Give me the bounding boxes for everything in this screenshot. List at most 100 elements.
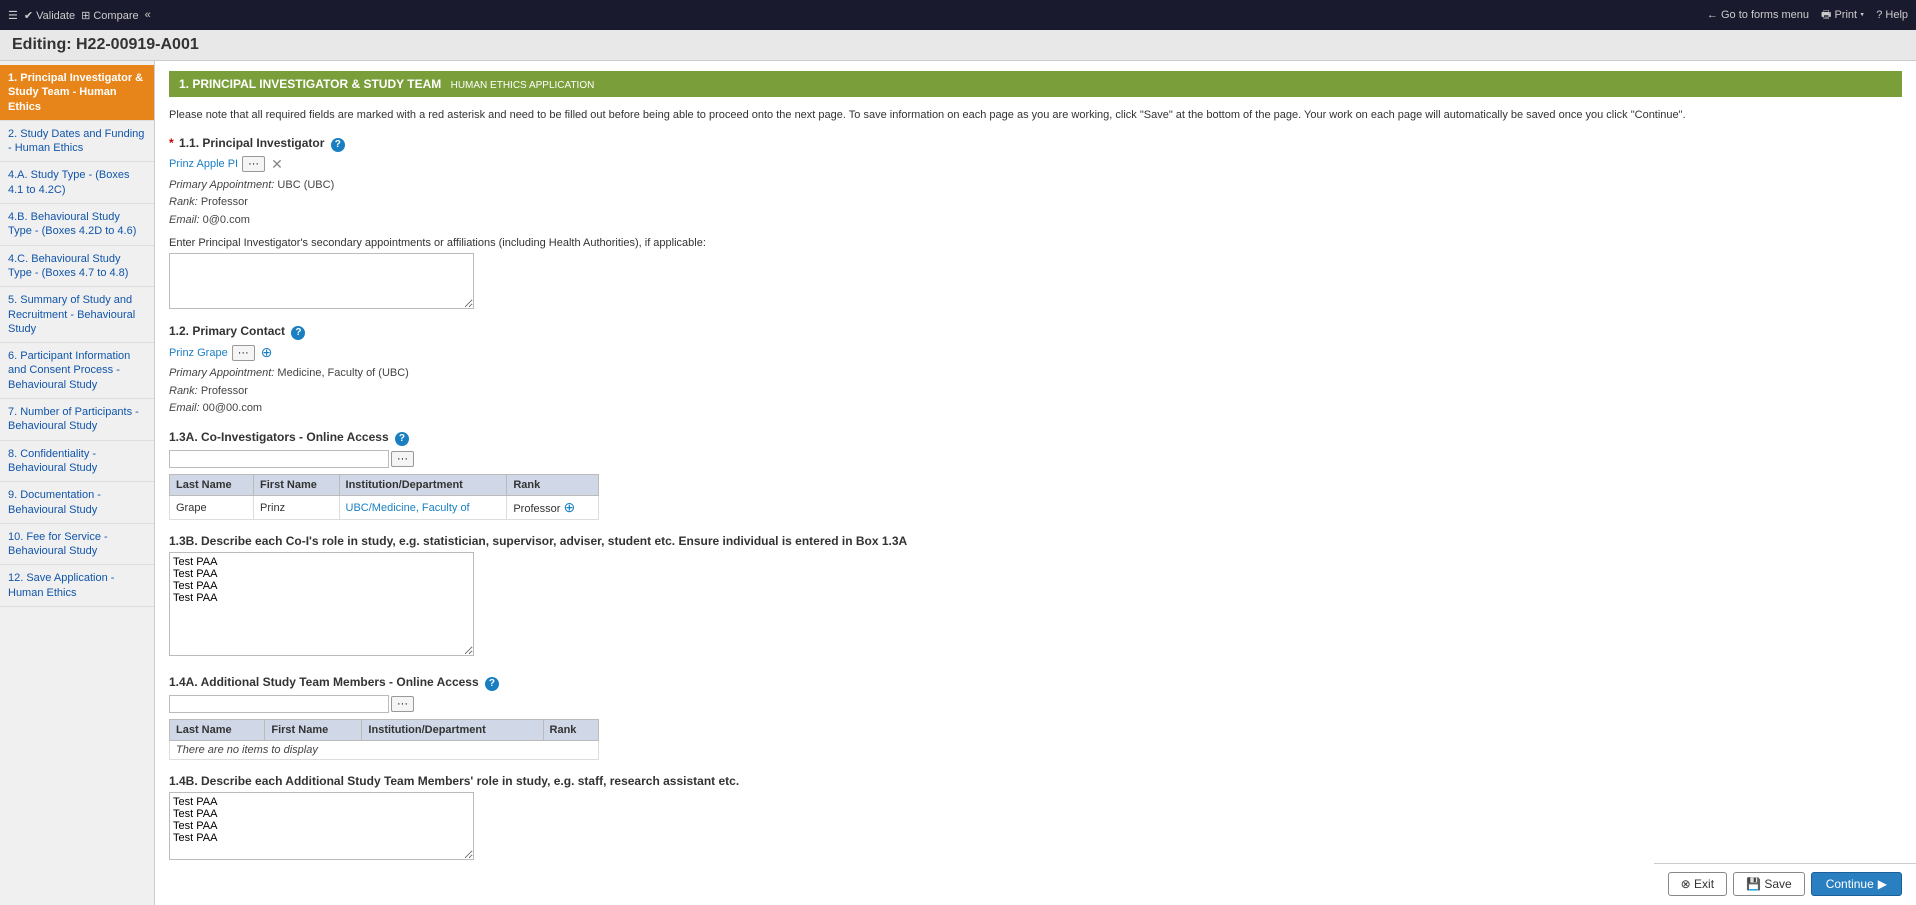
astm-col-firstname: First Name <box>265 720 362 741</box>
astm-label: 1.4A. Additional Study Team Members - On… <box>169 675 1902 691</box>
pc-label: 1.2. Primary Contact ? <box>169 324 1902 340</box>
coi-row1-lastname: Grape <box>170 496 254 520</box>
coi-label-text: 1.3A. Co-Investigators - Online Access <box>169 430 389 444</box>
sidebar-item-s5[interactable]: 5. Summary of Study and Recruitment - Be… <box>0 287 154 343</box>
sidebar-item-s1[interactable]: 1. Principal Investigator & Study Team -… <box>0 65 154 121</box>
astm-help-icon[interactable]: ? <box>485 677 499 691</box>
continue-arrow-icon: ▶ <box>1878 877 1887 891</box>
astm-col-lastname: Last Name <box>170 720 265 741</box>
astm-col-institution: Institution/Department <box>362 720 543 741</box>
menu-icon-button[interactable]: ☰ <box>8 9 18 22</box>
coi-col-institution: Institution/Department <box>339 475 507 496</box>
coi-row1-firstname: Prinz <box>254 496 340 520</box>
coi-label: 1.3A. Co-Investigators - Online Access ? <box>169 430 1902 446</box>
coi-col-firstname: First Name <box>254 475 340 496</box>
astm-table: Last Name First Name Institution/Departm… <box>169 719 599 760</box>
pi-rank-label: Rank: <box>169 196 198 208</box>
pi-email: 0@0.com <box>203 214 250 226</box>
coi-roles-label: 1.3B. Describe each Co-I's role in study… <box>169 534 1902 548</box>
coi-row1-institution-link[interactable]: UBC/Medicine, Faculty of <box>346 502 470 514</box>
go-to-forms-menu-button[interactable]: ← Go to forms menu <box>1707 9 1809 21</box>
pc-rank-label: Rank: <box>169 385 198 397</box>
top-bar-right: ← Go to forms menu 🖶 Print ▾ ? Help <box>1707 6 1908 25</box>
exit-button[interactable]: ⊗ Exit <box>1668 872 1727 896</box>
pi-help-icon[interactable]: ? <box>331 138 345 152</box>
sidebar-item-s8[interactable]: 8. Confidentiality - Behavioural Study <box>0 441 154 483</box>
pc-primary-appt: Medicine, Faculty of (UBC) <box>277 367 408 379</box>
sidebar-item-s4b[interactable]: 4.B. Behavioural Study Type - (Boxes 4.2… <box>0 204 154 246</box>
astm-label-text: 1.4A. Additional Study Team Members - On… <box>169 675 479 689</box>
pc-rank: Professor <box>201 385 248 397</box>
validate-button[interactable]: ✔ Validate <box>24 9 75 22</box>
pc-person-row: Prinz Grape ··· ⊕ <box>169 344 1902 361</box>
coi-row1-rank: Professor ⊕ <box>507 496 599 520</box>
pc-email: 00@00.com <box>203 402 262 414</box>
pi-label: * 1.1. Principal Investigator ? <box>169 136 1902 152</box>
pc-search-button[interactable]: ··· <box>232 345 255 361</box>
table-row-empty: There are no items to display <box>170 741 599 760</box>
table-row: Grape Prinz UBC/Medicine, Faculty of Pro… <box>170 496 599 520</box>
coi-search-input[interactable] <box>169 450 389 468</box>
pi-clear-button[interactable]: ✕ <box>269 156 285 173</box>
section-subtitle: HUMAN ETHICS APPLICATION <box>451 80 595 91</box>
top-bar: ☰ ✔ Validate ⊞ Compare « ← Go to forms m… <box>0 0 1916 30</box>
footer-bar: ⊗ Exit 💾 Save Continue ▶ <box>1654 863 1916 904</box>
exit-label: Exit <box>1694 877 1714 891</box>
coi-search-button[interactable]: ··· <box>391 451 414 467</box>
collapse-button[interactable]: « <box>145 9 151 21</box>
pi-secondary-label: Enter Principal Investigator's secondary… <box>169 237 1902 249</box>
coi-roles-textarea[interactable]: Test PAA Test PAA Test PAA Test PAA <box>169 552 474 656</box>
pc-add-button[interactable]: ⊕ <box>259 344 275 361</box>
coi-row1-institution: UBC/Medicine, Faculty of <box>339 496 507 520</box>
pi-primary-appt-label: Primary Appointment: <box>169 179 274 191</box>
pc-name: Prinz Grape <box>169 347 228 359</box>
coi-col-lastname: Last Name <box>170 475 254 496</box>
coi-help-icon[interactable]: ? <box>395 432 409 446</box>
save-button[interactable]: 💾 Save <box>1733 872 1805 896</box>
help-button[interactable]: ? Help <box>1876 9 1908 21</box>
astm-col-rank: Rank <box>543 720 598 741</box>
coi-search-row: ··· <box>169 450 1902 468</box>
main-content: 1. PRINCIPAL INVESTIGATOR & STUDY TEAM H… <box>155 61 1916 905</box>
section-title: 1. PRINCIPAL INVESTIGATOR & STUDY TEAM <box>179 77 441 91</box>
pi-name: Prinz Apple PI <box>169 158 238 170</box>
pc-primary-appt-label: Primary Appointment: <box>169 367 274 379</box>
astm-no-items: There are no items to display <box>170 741 599 760</box>
section-header: 1. PRINCIPAL INVESTIGATOR & STUDY TEAM H… <box>169 71 1902 97</box>
astm-search-row: ··· <box>169 695 1902 713</box>
sidebar-item-s7[interactable]: 7. Number of Participants - Behavioural … <box>0 399 154 441</box>
coi-row1-remove-button[interactable]: ⊕ <box>563 499 575 516</box>
coi-table: Last Name First Name Institution/Departm… <box>169 474 599 520</box>
save-label: Save <box>1764 877 1791 891</box>
astm-search-button[interactable]: ··· <box>391 696 414 712</box>
coi-col-rank: Rank <box>507 475 599 496</box>
print-button[interactable]: 🖶 Print ▾ <box>1821 6 1864 25</box>
compare-button[interactable]: ⊞ Compare <box>81 9 139 22</box>
pc-label-text: 1.2. Primary Contact <box>169 324 285 338</box>
sidebar-item-s2[interactable]: 2. Study Dates and Funding - Human Ethic… <box>0 121 154 163</box>
pi-info-block: Primary Appointment: UBC (UBC) Rank: Pro… <box>169 177 1902 230</box>
sidebar-item-s4c[interactable]: 4.C. Behavioural Study Type - (Boxes 4.7… <box>0 246 154 288</box>
pi-secondary-textarea[interactable] <box>169 253 474 309</box>
pc-email-label: Email: <box>169 402 200 414</box>
sidebar-item-s10[interactable]: 10. Fee for Service - Behavioural Study <box>0 524 154 566</box>
pi-primary-appt: UBC (UBC) <box>277 179 334 191</box>
sidebar-item-s4a[interactable]: 4.A. Study Type - (Boxes 4.1 to 4.2C) <box>0 162 154 204</box>
coi-row1-rank-value: Professor <box>513 503 560 515</box>
astm-search-input[interactable] <box>169 695 389 713</box>
continue-button[interactable]: Continue ▶ <box>1811 872 1902 896</box>
save-icon: 💾 <box>1746 877 1761 891</box>
page-title: Editing: H22-00919-A001 <box>12 36 199 53</box>
pc-help-icon[interactable]: ? <box>291 326 305 340</box>
continue-label: Continue <box>1826 877 1874 891</box>
title-bar: Editing: H22-00919-A001 <box>0 30 1916 61</box>
pi-search-button[interactable]: ··· <box>242 156 265 172</box>
sidebar-item-s6[interactable]: 6. Participant Information and Consent P… <box>0 343 154 399</box>
layout: 1. Principal Investigator & Study Team -… <box>0 61 1916 905</box>
sidebar-item-s9[interactable]: 9. Documentation - Behavioural Study <box>0 482 154 524</box>
astm-roles-textarea[interactable]: Test PAA Test PAA Test PAA Test PAA <box>169 792 474 860</box>
instructions: Please note that all required fields are… <box>169 107 1902 124</box>
sidebar-item-s12[interactable]: 12. Save Application - Human Ethics <box>0 565 154 607</box>
pc-info-block: Primary Appointment: Medicine, Faculty o… <box>169 365 1902 418</box>
sidebar: 1. Principal Investigator & Study Team -… <box>0 61 155 905</box>
